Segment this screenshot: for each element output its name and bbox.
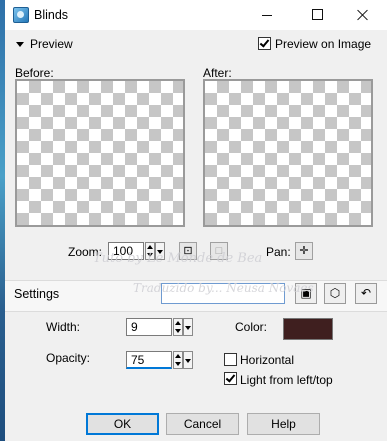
before-preview[interactable]	[15, 79, 185, 227]
app-icon	[13, 7, 29, 23]
minimize-button[interactable]	[245, 0, 289, 30]
color-swatch[interactable]	[283, 318, 333, 340]
ok-button[interactable]: OK	[86, 413, 159, 435]
width-input[interactable]: 9	[126, 318, 172, 336]
window-title: Blinds	[34, 8, 69, 22]
zoom-fit-icon[interactable]: ⊡	[179, 242, 197, 260]
before-label: Before:	[15, 66, 54, 80]
cancel-button[interactable]: Cancel	[166, 413, 239, 435]
horizontal-label: Horizontal	[240, 353, 295, 367]
preset-input[interactable]	[161, 283, 285, 304]
blinds-dialog: Blinds Preview Preview on Image Before: …	[5, 0, 387, 441]
zoom-actual-icon[interactable]: □	[210, 242, 228, 260]
opacity-label: Opacity:	[46, 351, 91, 365]
color-label: Color:	[235, 320, 268, 334]
zoom-input[interactable]: 100	[108, 242, 144, 260]
light-from-left-top-label: Light from left/top	[240, 373, 333, 387]
horizontal-checkbox[interactable]	[224, 353, 237, 366]
randomize-icon[interactable]: ⬡	[324, 283, 346, 304]
preview-on-image-label: Preview on Image	[275, 37, 372, 51]
after-preview[interactable]	[203, 79, 373, 227]
opacity-dropdown[interactable]	[183, 351, 193, 369]
after-label: After:	[203, 66, 232, 80]
pan-move-icon[interactable]: ✛	[295, 242, 313, 260]
save-preset-icon[interactable]: ▣	[295, 283, 317, 304]
preview-on-image-checkbox[interactable]	[258, 37, 271, 50]
width-dropdown[interactable]	[183, 318, 193, 336]
opacity-input[interactable]: 75	[126, 351, 172, 369]
light-from-left-top-checkbox[interactable]	[224, 372, 237, 385]
pan-label: Pan:	[266, 245, 291, 259]
width-spinner[interactable]	[173, 318, 183, 336]
settings-title: Settings	[14, 287, 60, 301]
preview-toggle-label: Preview	[30, 37, 73, 51]
maximize-button[interactable]	[295, 0, 339, 30]
title-bar: Blinds	[5, 0, 387, 30]
zoom-dropdown[interactable]	[155, 242, 165, 260]
reset-icon[interactable]: ↶	[355, 283, 377, 304]
preview-toggle[interactable]: Preview	[16, 37, 73, 51]
width-label: Width:	[46, 320, 81, 334]
close-button[interactable]	[341, 0, 385, 30]
help-button[interactable]: Help	[247, 413, 320, 435]
collapse-triangle-icon	[16, 42, 24, 47]
zoom-spinner[interactable]	[145, 242, 155, 260]
opacity-spinner[interactable]	[173, 351, 183, 369]
zoom-label: Zoom:	[68, 245, 103, 259]
